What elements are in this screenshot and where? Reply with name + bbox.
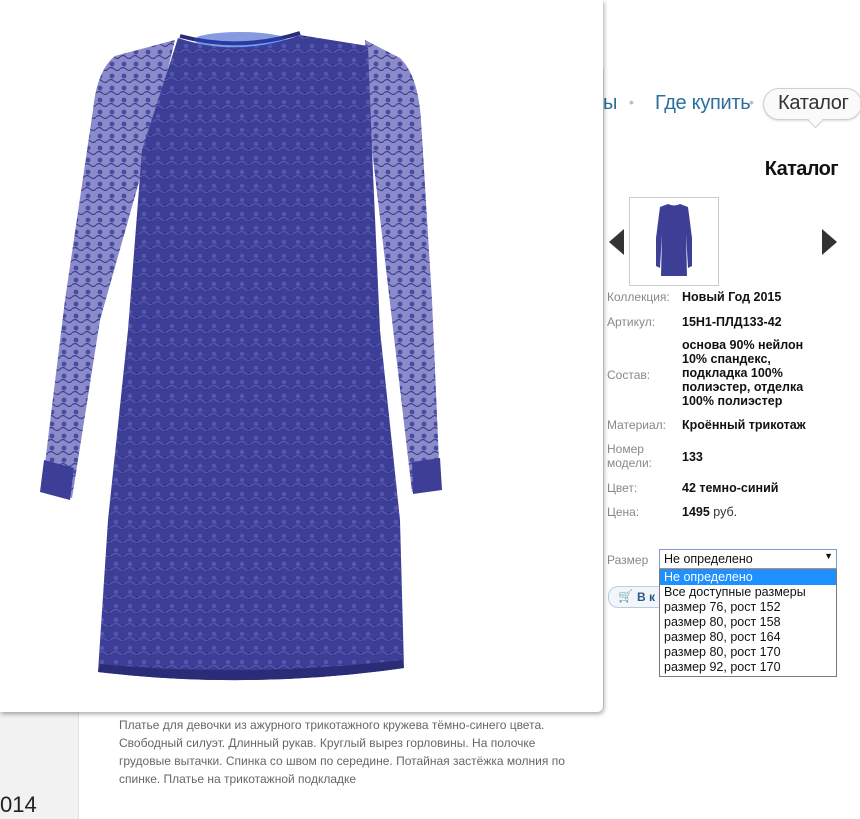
product-image-lightbox[interactable] bbox=[0, 0, 603, 712]
product-description: Платье для девочки из ажурного трикотажн… bbox=[119, 718, 565, 786]
prop-value: Новый Год 2015 bbox=[682, 290, 782, 304]
prop-label: Коллекция: bbox=[607, 290, 670, 304]
prop-value: Кроённый трикотаж bbox=[682, 418, 806, 432]
prop-value: 15Н1-ПЛД133-42 bbox=[682, 315, 782, 329]
year-fragment: 014 bbox=[0, 792, 37, 817]
size-option[interactable]: Все доступные размеры bbox=[660, 585, 836, 600]
nav-separator-dot: • bbox=[629, 94, 634, 110]
nav-item-fragment[interactable]: ы bbox=[603, 92, 617, 115]
section-title: Каталог bbox=[764, 158, 839, 180]
nav-separator-dot: • bbox=[749, 94, 754, 110]
size-option[interactable]: размер 92, рост 170 bbox=[660, 660, 836, 675]
price-value: 1495 bbox=[682, 505, 710, 519]
prop-label: Состав: bbox=[607, 368, 651, 382]
cart-icon: 🛒 bbox=[618, 589, 633, 603]
size-dropdown-list[interactable]: Не определено Все доступные размеры разм… bbox=[659, 569, 837, 677]
product-thumbnail[interactable] bbox=[629, 197, 719, 286]
next-arrow-icon[interactable] bbox=[822, 229, 837, 255]
size-option[interactable]: Не определено bbox=[660, 570, 836, 585]
size-option[interactable]: размер 76, рост 152 bbox=[660, 600, 836, 615]
prop-label: Материал: bbox=[607, 418, 666, 432]
prop-value: основа 90% нейлон 10% спандекс, подкладк… bbox=[682, 338, 804, 408]
prop-value: 1495 руб. bbox=[682, 505, 857, 519]
size-option[interactable]: размер 80, рост 170 bbox=[660, 645, 836, 660]
nav-item-where-to-buy[interactable]: Где купить bbox=[655, 92, 751, 115]
prop-label: Артикул: bbox=[607, 315, 656, 329]
add-to-cart-label: В к bbox=[637, 590, 656, 604]
size-label: Размер bbox=[607, 553, 649, 567]
page-edge bbox=[603, 68, 604, 708]
size-option[interactable]: размер 80, рост 158 bbox=[660, 615, 836, 630]
dress-thumbnail-image bbox=[656, 204, 692, 276]
prop-value: 42 темно-синий bbox=[682, 481, 779, 495]
top-nav: ы • Где купить • Каталог bbox=[603, 88, 860, 122]
prop-label: Цена: bbox=[607, 505, 640, 519]
size-select-value: Не определено bbox=[664, 552, 753, 566]
prev-arrow-icon[interactable] bbox=[609, 229, 624, 255]
size-select[interactable]: Не определено ▼ bbox=[659, 549, 837, 569]
nav-item-catalog[interactable]: Каталог bbox=[763, 88, 860, 120]
price-unit: руб. bbox=[713, 505, 738, 519]
dress-image bbox=[40, 31, 442, 681]
prop-value: 133 bbox=[682, 450, 703, 464]
chevron-down-icon: ▼ bbox=[824, 551, 833, 561]
size-option[interactable]: размер 80, рост 164 bbox=[660, 630, 836, 645]
prop-label: Номер модели: bbox=[607, 442, 652, 470]
prop-label: Цвет: bbox=[607, 481, 638, 495]
